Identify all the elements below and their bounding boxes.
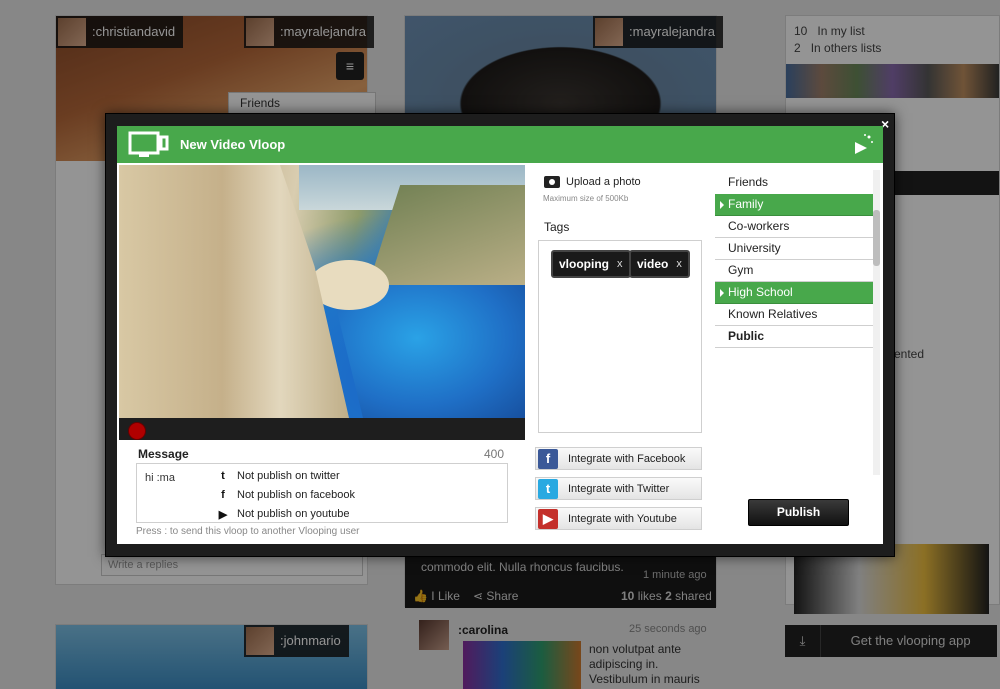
new-video-vloop-modal: New Video Vloop Message 400 hi :ma t Not… bbox=[117, 126, 883, 544]
youtube-icon: ▶ bbox=[538, 508, 558, 529]
integrate-youtube-button[interactable]: ▶ Integrate with Youtube bbox=[535, 507, 702, 530]
youtube-icon: ▶ bbox=[218, 508, 228, 521]
list-item-high-school[interactable]: High School bbox=[715, 282, 873, 304]
publish-button[interactable]: Publish bbox=[748, 499, 849, 526]
tag-chip[interactable]: video x bbox=[629, 250, 690, 278]
press-hint: Press : to send this vloop to another Vl… bbox=[136, 526, 360, 537]
integrate-label: Integrate with Facebook bbox=[568, 452, 686, 465]
twitter-icon: t bbox=[221, 470, 225, 482]
integrate-label: Integrate with Twitter bbox=[568, 482, 670, 495]
video-control-bar bbox=[119, 418, 525, 440]
message-label: Message bbox=[138, 447, 189, 461]
facebook-icon: f bbox=[538, 448, 558, 469]
video-preview[interactable] bbox=[119, 165, 525, 418]
upload-hint: Maximum size of 500Kb bbox=[543, 194, 629, 203]
audience-list: Friends Family Co-workers University Gym… bbox=[715, 172, 873, 348]
integrate-facebook-button[interactable]: f Integrate with Facebook bbox=[535, 447, 702, 470]
magic-wand-icon[interactable] bbox=[851, 132, 875, 158]
video-icon bbox=[128, 131, 169, 157]
message-value: hi :ma bbox=[145, 472, 175, 484]
facebook-icon: f bbox=[221, 489, 225, 501]
tag-label: vlooping bbox=[559, 257, 609, 271]
list-item-friends[interactable]: Friends bbox=[715, 172, 873, 194]
publish-option-facebook[interactable]: f Not publish on facebook bbox=[215, 488, 355, 502]
list-item-family[interactable]: Family bbox=[715, 194, 873, 216]
modal-header: New Video Vloop bbox=[117, 126, 883, 163]
publish-option-twitter[interactable]: t Not publish on twitter bbox=[215, 469, 340, 483]
list-scrollbar-thumb[interactable] bbox=[873, 210, 880, 266]
twitter-icon: t bbox=[538, 478, 558, 499]
list-item-gym[interactable]: Gym bbox=[715, 260, 873, 282]
upload-photo-button[interactable]: Upload a photo bbox=[544, 176, 641, 188]
record-button[interactable] bbox=[128, 422, 146, 440]
list-item-known-relatives[interactable]: Known Relatives bbox=[715, 304, 873, 326]
integrate-label: Integrate with Youtube bbox=[568, 512, 677, 525]
publish-option-label: Not publish on facebook bbox=[237, 489, 356, 501]
modal-title: New Video Vloop bbox=[180, 137, 286, 152]
remove-tag-icon[interactable]: x bbox=[617, 252, 623, 276]
publish-option-label: Not publish on twitter bbox=[237, 470, 340, 482]
publish-option-youtube[interactable]: ▶ Not publish on youtube bbox=[215, 507, 350, 521]
tag-chip[interactable]: vlooping x bbox=[551, 250, 631, 278]
message-input[interactable]: hi :ma t Not publish on twitter f Not pu… bbox=[136, 463, 508, 523]
message-char-count: 400 bbox=[484, 447, 505, 461]
camera-icon bbox=[544, 176, 560, 188]
list-item-co-workers[interactable]: Co-workers bbox=[715, 216, 873, 238]
list-item-public[interactable]: Public bbox=[715, 326, 873, 348]
upload-label: Upload a photo bbox=[566, 176, 641, 188]
integrate-twitter-button[interactable]: t Integrate with Twitter bbox=[535, 477, 702, 500]
publish-option-label: Not publish on youtube bbox=[237, 508, 350, 520]
tags-label: Tags bbox=[544, 220, 570, 234]
tag-label: video bbox=[637, 257, 669, 271]
tags-input[interactable]: vlooping x video x bbox=[538, 240, 702, 433]
list-item-university[interactable]: University bbox=[715, 238, 873, 260]
remove-tag-icon[interactable]: x bbox=[676, 252, 682, 276]
